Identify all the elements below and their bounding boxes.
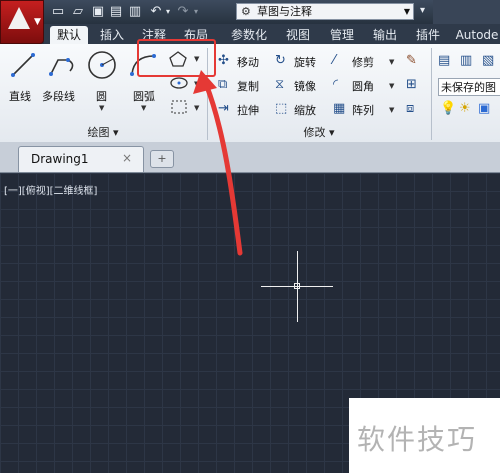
gear-icon: ⚙ <box>241 5 251 18</box>
layer-tools-icon[interactable]: ▧ <box>482 54 494 68</box>
fillet-tool[interactable]: 圆角 <box>352 78 374 94</box>
scale-tool[interactable]: 缩放 <box>294 102 316 118</box>
ribbon-tabs: 默认 插入 注释 布局 参数化 视图 管理 输出 插件 Autode <box>44 24 500 44</box>
copy-tool[interactable]: 复制 <box>237 78 259 94</box>
array-icon[interactable]: ▦ <box>333 102 345 116</box>
watermark: 软件技巧 <box>349 398 500 473</box>
polyline-tool-label[interactable]: 多段线 <box>42 88 75 104</box>
layer-state-combo[interactable]: 未保存的图 <box>438 78 500 96</box>
tab-insert[interactable]: 插入 <box>94 26 130 44</box>
chevron-down-icon[interactable]: ▼ <box>194 80 199 88</box>
tab-view[interactable]: 视图 <box>280 26 316 44</box>
save-as-icon[interactable]: ▤ <box>108 4 124 20</box>
viewport-controls[interactable]: [一][俯视][二维线框] <box>4 182 97 197</box>
plot-icon[interactable]: ▥ <box>127 4 143 20</box>
array-tool[interactable]: 阵列 <box>352 102 374 118</box>
watermark-text: 软件技巧 <box>357 423 478 456</box>
fillet-icon[interactable]: ◜ <box>333 78 338 92</box>
draw-panel-label: 绘图 <box>87 126 110 139</box>
application-menu-button[interactable]: ▼ <box>0 0 44 44</box>
chevron-down-icon: ▼ <box>34 17 41 27</box>
title-bar: ▭ ▱ ▣ ▤ ▥ ↶ ▾ ↷ ▾ ⚙ 草图与注释 ▼ ▾ <box>0 0 500 24</box>
file-tab-name: Drawing1 <box>31 152 89 166</box>
move-icon[interactable]: ✣ <box>218 54 229 68</box>
modify-panel-label: 修改 <box>303 126 326 139</box>
open-folder-icon[interactable]: ▱ <box>70 4 86 20</box>
highlight-box <box>137 39 216 77</box>
rotate-icon[interactable]: ↻ <box>275 54 286 68</box>
new-file-icon[interactable]: ▭ <box>50 4 66 20</box>
layer-freeze-icon[interactable]: ▣ <box>478 102 490 116</box>
chevron-down-icon[interactable]: ▼ <box>389 58 394 66</box>
mirror-icon[interactable]: ⧖ <box>275 78 284 92</box>
circle-tool-icon[interactable] <box>85 48 119 82</box>
lightbulb-icon[interactable]: 💡 <box>440 102 456 116</box>
chevron-down-icon[interactable]: ▼ <box>389 82 394 90</box>
new-tab-button[interactable]: + <box>150 150 174 168</box>
plus-icon: + <box>157 152 167 165</box>
modify-panel-title[interactable]: 修改 ▾ <box>208 124 430 141</box>
chevron-down-icon[interactable]: ▼ <box>194 104 199 112</box>
chevron-down-icon[interactable]: ▼ <box>99 104 104 112</box>
line-tool-label[interactable]: 直线 <box>9 88 31 104</box>
erase-icon[interactable]: ✎ <box>406 54 417 68</box>
tab-default[interactable]: 默认 <box>50 26 88 44</box>
trim-tool[interactable]: 修剪 <box>352 54 374 70</box>
pickbox <box>294 283 300 289</box>
tab-parametric[interactable]: 参数化 <box>224 26 274 44</box>
mirror-tool[interactable]: 镜像 <box>294 78 316 94</box>
explode-icon[interactable]: ⊞ <box>406 78 417 92</box>
autocad-logo-icon <box>8 7 30 29</box>
workspace-value: 草图与注释 <box>257 5 312 18</box>
stretch-icon[interactable]: ⇥ <box>218 102 229 116</box>
file-tab-drawing1[interactable]: Drawing1 × <box>18 146 144 172</box>
tab-manage[interactable]: 管理 <box>324 26 360 44</box>
close-icon[interactable]: × <box>122 151 132 165</box>
workspace-selector[interactable]: ⚙ 草图与注释 ▼ <box>236 3 414 20</box>
title-area <box>433 0 500 24</box>
file-tabs-bar: Drawing1 × + <box>0 142 500 173</box>
chevron-down-icon[interactable]: ▼ <box>389 106 394 114</box>
undo-dropdown-icon[interactable]: ▾ <box>160 4 176 20</box>
chevron-down-icon: ▼ <box>403 7 410 16</box>
offset-icon[interactable]: ⧈ <box>406 102 414 116</box>
tab-output[interactable]: 输出 <box>367 26 403 44</box>
trim-icon[interactable]: ⁄ <box>333 54 335 68</box>
save-icon[interactable]: ▣ <box>90 4 106 20</box>
move-tool[interactable]: 移动 <box>237 54 259 70</box>
scale-icon[interactable]: ⬚ <box>275 102 287 116</box>
rotate-tool[interactable]: 旋转 <box>294 54 316 70</box>
tab-autodesk[interactable]: Autode <box>454 26 500 44</box>
redo-dropdown-icon[interactable]: ▾ <box>188 4 204 20</box>
layer-properties-icon[interactable]: ▤ <box>438 54 450 68</box>
arc-tool-label[interactable]: 圆弧 <box>133 88 155 104</box>
sun-icon[interactable]: ☀ <box>459 102 471 116</box>
customize-toolbar-icon[interactable]: ▾ <box>420 5 425 16</box>
polyline-tool-icon[interactable] <box>46 50 80 80</box>
ribbon-panel: 直线 多段线 圆 ▼ 圆弧 ▼ ▼ ▼ ▼ 绘图 ▾ ✣ 移动 ↻ 旋转 ⁄ 修… <box>0 44 500 143</box>
hatch-tool-icon[interactable] <box>168 98 190 116</box>
layer-state-icon[interactable]: ▥ <box>460 54 472 68</box>
stretch-tool[interactable]: 拉伸 <box>237 102 259 118</box>
line-tool-icon[interactable] <box>8 50 38 80</box>
chevron-down-icon[interactable]: ▼ <box>141 104 146 112</box>
tab-addins[interactable]: 插件 <box>410 26 446 44</box>
panel-divider <box>431 48 432 140</box>
circle-tool-label[interactable]: 圆 <box>96 88 107 104</box>
copy-icon[interactable]: ⧉ <box>218 78 227 92</box>
draw-panel-title[interactable]: 绘图 ▾ <box>0 124 206 141</box>
